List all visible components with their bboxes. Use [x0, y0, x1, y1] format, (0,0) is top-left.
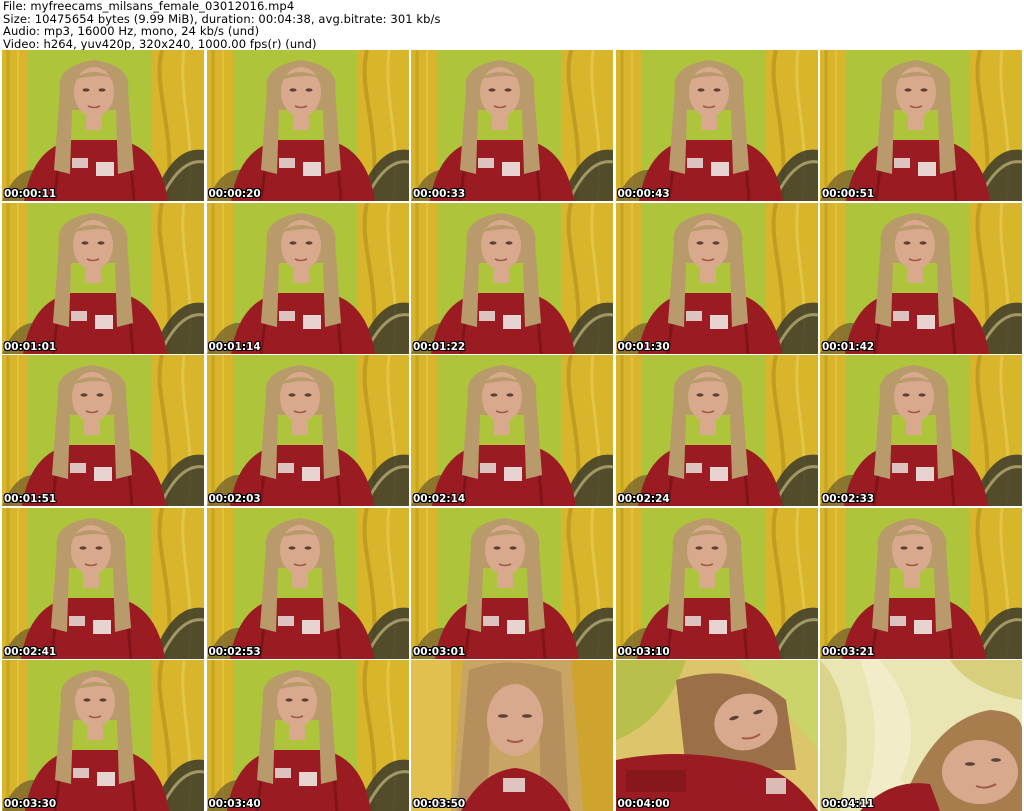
video-frame-thumbnail: 00:02:53 [206, 507, 409, 659]
frame-timestamp: 00:00:11 [4, 188, 57, 200]
file-info-header: File: myfreecams_milsans_female_03012016… [3, 0, 1021, 50]
video-frame-thumbnail: 00:01:30 [615, 202, 818, 354]
video-frame-thumbnail: 00:00:33 [411, 50, 613, 201]
frame-timestamp: 00:02:41 [4, 645, 57, 658]
video-frame-thumbnail: 00:01:51 [2, 355, 204, 506]
frame-timestamp: 00:00:20 [208, 188, 261, 200]
frame-timestamp: 00:03:50 [413, 798, 466, 810]
frame-timestamp: 00:03:01 [413, 645, 466, 658]
frame-timestamp: 00:02:53 [208, 645, 261, 658]
frame-timestamp: 00:02:33 [822, 493, 875, 505]
frame-timestamp: 00:01:42 [822, 340, 875, 353]
frame-timestamp: 00:00:51 [822, 188, 875, 200]
video-frame-thumbnail: 00:03:21 [820, 507, 1022, 659]
frame-timestamp: 00:02:03 [208, 493, 261, 505]
video-frame-thumbnail: 00:01:42 [820, 202, 1022, 354]
frame-timestamp: 00:03:21 [822, 645, 875, 658]
video-frame-thumbnail: 00:03:30 [2, 660, 204, 811]
frame-timestamp: 00:02:14 [413, 493, 466, 505]
file-name-line: File: myfreecams_milsans_female_03012016… [3, 0, 295, 13]
video-frame-thumbnail: 00:04:11 [820, 660, 1022, 811]
frame-timestamp: 00:01:51 [4, 493, 57, 505]
frame-timestamp: 00:01:22 [413, 340, 466, 353]
video-frame-thumbnail: 00:00:11 [2, 50, 204, 201]
video-frame-thumbnail: 00:03:10 [615, 507, 818, 659]
frame-timestamp: 00:03:40 [208, 798, 261, 810]
video-info-line: Video: h264, yuv420p, 320x240, 1000.00 f… [3, 36, 317, 51]
video-frame-thumbnail: 00:02:14 [411, 355, 613, 506]
frame-timestamp: 00:01:30 [617, 340, 670, 353]
frame-timestamp: 00:03:30 [4, 798, 57, 810]
frame-timestamp: 00:01:14 [208, 340, 261, 353]
video-frame-thumbnail: 00:02:41 [2, 507, 204, 659]
frame-timestamp: 00:01:01 [4, 340, 57, 353]
frame-timestamp: 00:00:43 [617, 188, 670, 200]
video-frame-thumbnail: 00:01:22 [411, 202, 613, 354]
video-frame-thumbnail: 00:03:50 [411, 660, 613, 811]
frame-timestamp: 00:02:24 [617, 493, 670, 505]
audio-info-line: Audio: mp3, 16000 Hz, mono, 24 kb/s (und… [3, 24, 260, 38]
video-frame-thumbnail: 00:03:01 [411, 507, 613, 659]
video-frame-thumbnail: 00:03:40 [206, 660, 409, 811]
video-frame-thumbnail: 00:02:03 [206, 355, 409, 506]
video-frame-thumbnail: 00:01:01 [2, 202, 204, 354]
thumbnail-grid: 00:00:11 00:00:20 00:00:33 00:00:43 00:0… [2, 50, 1024, 811]
frame-timestamp: 00:04:00 [617, 798, 670, 810]
video-frame-thumbnail: 00:00:43 [615, 50, 818, 201]
frame-timestamp: 00:04:11 [822, 798, 875, 810]
video-frame-thumbnail: 00:04:00 [615, 660, 818, 811]
frame-timestamp: 00:00:33 [413, 188, 466, 200]
video-frame-thumbnail: 00:00:20 [206, 50, 409, 201]
video-frame-thumbnail: 00:02:24 [615, 355, 818, 506]
video-frame-thumbnail: 00:02:33 [820, 355, 1022, 506]
video-frame-thumbnail: 00:00:51 [820, 50, 1022, 201]
video-frame-thumbnail: 00:01:14 [206, 202, 409, 354]
frame-timestamp: 00:03:10 [617, 645, 670, 658]
